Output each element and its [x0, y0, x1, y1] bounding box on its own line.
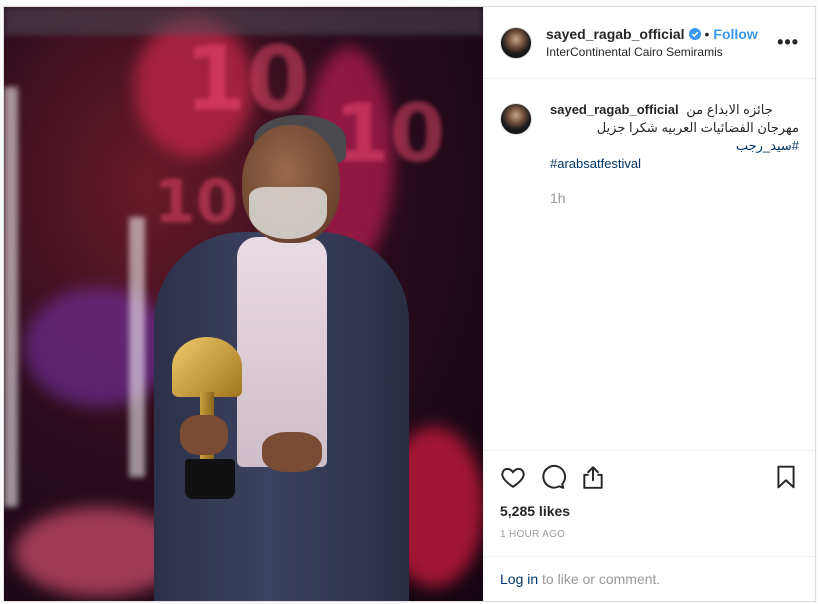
caption-section: sayed_ragab_official جائزه الابداع من مه… — [484, 79, 815, 450]
heart-icon[interactable] — [500, 464, 526, 490]
hashtag-link-arabsat[interactable]: #arabsatfestival — [550, 156, 641, 171]
login-link[interactable]: Log in — [500, 571, 538, 587]
share-icon[interactable] — [580, 464, 606, 490]
follow-button[interactable]: Follow — [713, 25, 757, 44]
post-photo[interactable]: 10 10 10 — [4, 7, 483, 601]
separator-dot: • — [704, 25, 710, 42]
caption-line2: مهرجان الفضائيات العربيه شكرا جزيل #سيد_… — [550, 119, 799, 155]
post-timestamp: 1 HOUR AGO — [500, 529, 566, 540]
hashtag-link[interactable]: #سيد_رجب — [736, 138, 799, 153]
more-options-icon[interactable]: ••• — [777, 32, 799, 53]
post-card: 10 10 10 sayed_ragab_official • Follow I… — [3, 6, 816, 602]
actions-section: 5,285 likes 1 HOUR AGO — [484, 450, 815, 540]
location-link[interactable]: InterContinental Cairo Semiramis — [546, 44, 777, 60]
login-prompt: Log in to like or comment. — [484, 556, 815, 601]
caption-line2-text: مهرجان الفضائيات العربيه شكرا جزيل — [596, 120, 799, 135]
header-username[interactable]: sayed_ragab_official — [546, 25, 685, 44]
caption-username[interactable]: sayed_ragab_official — [550, 102, 679, 117]
likes-count[interactable]: 5,285 likes — [500, 503, 799, 519]
post-sidebar: sayed_ragab_official • Follow InterConti… — [483, 7, 815, 601]
post-header: sayed_ragab_official • Follow InterConti… — [484, 7, 815, 79]
login-rest-text: to like or comment. — [542, 571, 661, 587]
bookmark-icon[interactable] — [773, 464, 799, 490]
caption-time: 1h — [550, 190, 566, 206]
verified-badge-icon — [688, 28, 701, 41]
caption-line1: جائزه الابداع من — [686, 102, 773, 117]
caption-text: sayed_ragab_official جائزه الابداع من مه… — [550, 101, 799, 173]
comment-icon[interactable] — [540, 464, 566, 490]
caption-avatar[interactable] — [500, 103, 532, 135]
user-avatar[interactable] — [500, 26, 532, 59]
